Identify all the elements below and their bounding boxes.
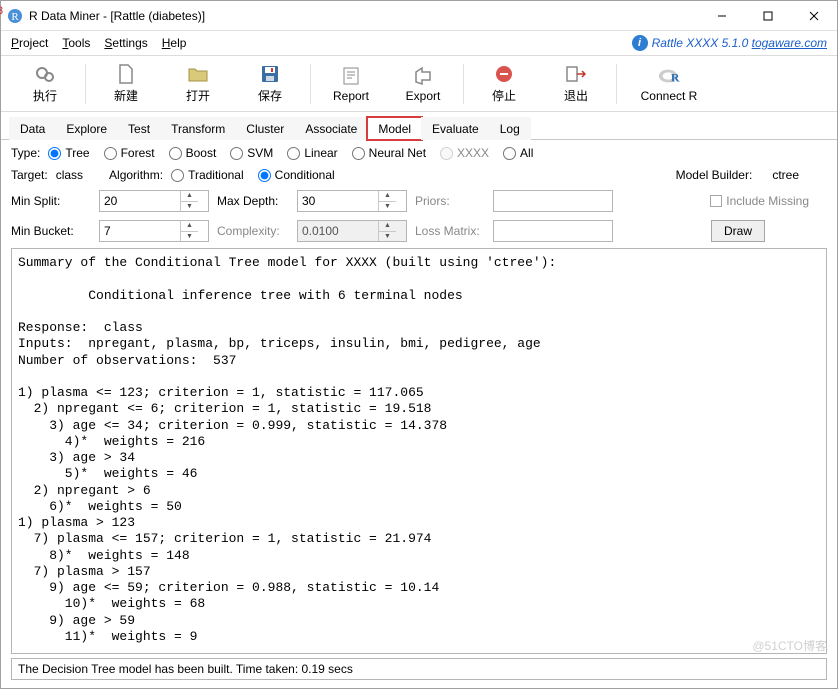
output-area[interactable]: Summary of the Conditional Tree model fo… — [11, 248, 827, 654]
spin-up-icon: ▲ — [181, 191, 198, 202]
connect-r-button[interactable]: R Connect R — [621, 65, 717, 103]
r-logo-icon: R — [658, 65, 680, 87]
export-button[interactable]: Export — [387, 65, 459, 103]
algorithm-label: Algorithm: — [109, 168, 163, 182]
tab-data[interactable]: Data — [9, 117, 56, 140]
svg-text:R: R — [11, 11, 19, 23]
params-row-2: Min Bucket: ▲▼ Complexity: ▲▼ Loss Matri… — [11, 220, 827, 242]
tab-evaluate[interactable]: Evaluate — [421, 117, 490, 140]
version-link[interactable]: Rattle XXXX 5.1.0 togaware.com — [652, 36, 827, 50]
menu-settings[interactable]: Settings — [98, 34, 153, 52]
watermark: @51CTO博客 — [752, 637, 827, 654]
tab-explore[interactable]: Explore — [55, 117, 118, 140]
stop-icon — [493, 63, 515, 85]
draw-button[interactable]: Draw — [711, 220, 765, 242]
exit-icon — [565, 63, 587, 85]
type-row: Type: Tree Forest Boost SVM Linear Neura… — [11, 146, 827, 160]
report-button[interactable]: Report — [315, 65, 387, 103]
close-button[interactable] — [791, 1, 837, 31]
minbucket-field[interactable]: ▲▼ — [99, 220, 209, 242]
complexity-field: ▲▼ — [297, 220, 407, 242]
save-button[interactable]: 保存 — [234, 63, 306, 104]
window-title: R Data Miner - [Rattle (diabetes)] — [29, 9, 205, 23]
export-icon — [412, 65, 434, 87]
tab-log[interactable]: Log — [489, 117, 531, 140]
model-panel: Type: Tree Forest Boost SVM Linear Neura… — [1, 140, 837, 248]
titlebar: R R Data Miner - [Rattle (diabetes)] — [1, 1, 837, 31]
maxdepth-field[interactable]: ▲▼ — [297, 190, 407, 212]
stop-button[interactable]: 停止 — [468, 63, 540, 104]
radio-all[interactable]: All — [503, 146, 533, 160]
new-button[interactable]: 新建 — [90, 63, 162, 104]
floppy-icon — [259, 63, 281, 85]
tab-associate[interactable]: Associate — [294, 117, 368, 140]
complexity-label: Complexity: — [217, 224, 289, 238]
status-bar: The Decision Tree model has been built. … — [11, 658, 827, 680]
priors-field[interactable] — [493, 190, 613, 212]
type-label: Type: — [11, 146, 40, 160]
tab-cluster[interactable]: Cluster — [235, 117, 295, 140]
run-button[interactable]: 执行 — [9, 63, 81, 104]
lossmatrix-field[interactable] — [493, 220, 613, 242]
modelbuilder-value: ctree — [772, 168, 799, 182]
radio-traditional[interactable]: Traditional — [171, 168, 244, 182]
open-button[interactable]: 打开 — [162, 63, 234, 104]
tab-model[interactable]: Model — [367, 117, 422, 140]
report-icon — [340, 65, 362, 87]
file-icon — [115, 63, 137, 85]
quit-button[interactable]: 退出 — [540, 63, 612, 104]
minimize-button[interactable] — [699, 1, 745, 31]
radio-linear[interactable]: Linear — [287, 146, 337, 160]
crop-left-top: 3 — [0, 5, 3, 17]
folder-icon — [187, 63, 209, 85]
tab-transform[interactable]: Transform — [160, 117, 236, 140]
radio-forest[interactable]: Forest — [104, 146, 155, 160]
maximize-button[interactable] — [745, 1, 791, 31]
menubar: Project Tools Settings Help i Rattle XXX… — [1, 31, 837, 55]
menu-help[interactable]: Help — [156, 34, 193, 52]
menu-tools[interactable]: Tools — [56, 34, 96, 52]
tab-test[interactable]: Test — [117, 117, 161, 140]
target-row: Target: class Algorithm: Traditional Con… — [11, 168, 827, 182]
gears-icon — [34, 63, 56, 85]
radio-xxxx: XXXX — [440, 146, 489, 160]
radio-conditional[interactable]: Conditional — [258, 168, 335, 182]
spin-down-icon: ▼ — [181, 202, 198, 212]
target-label: Target: — [11, 168, 48, 182]
radio-svm[interactable]: SVM — [230, 146, 273, 160]
minbucket-label: Min Bucket: — [11, 224, 91, 238]
target-value: class — [56, 168, 83, 182]
params-row-1: Min Split: ▲▼ Max Depth: ▲▼ Priors: Incl… — [11, 190, 827, 212]
radio-boost[interactable]: Boost — [169, 146, 217, 160]
toolbar: 执行 新建 打开 保存 Report Export 停止 — [1, 56, 837, 112]
svg-text:R: R — [671, 70, 680, 84]
modelbuilder-label: Model Builder: — [676, 168, 753, 182]
menu-project[interactable]: Project — [5, 34, 54, 52]
priors-label: Priors: — [415, 194, 485, 208]
radio-neuralnet[interactable]: Neural Net — [352, 146, 426, 160]
include-missing-checkbox[interactable]: Include Missing — [710, 194, 809, 208]
maxdepth-label: Max Depth: — [217, 194, 289, 208]
app-icon: R — [7, 8, 23, 24]
minsplit-label: Min Split: — [11, 194, 91, 208]
minsplit-field[interactable]: ▲▼ — [99, 190, 209, 212]
radio-tree[interactable]: Tree — [48, 146, 89, 160]
tabstrip: Data Explore Test Transform Cluster Asso… — [1, 112, 837, 140]
lossmatrix-label: Loss Matrix: — [415, 224, 485, 238]
info-icon: i — [632, 35, 648, 51]
